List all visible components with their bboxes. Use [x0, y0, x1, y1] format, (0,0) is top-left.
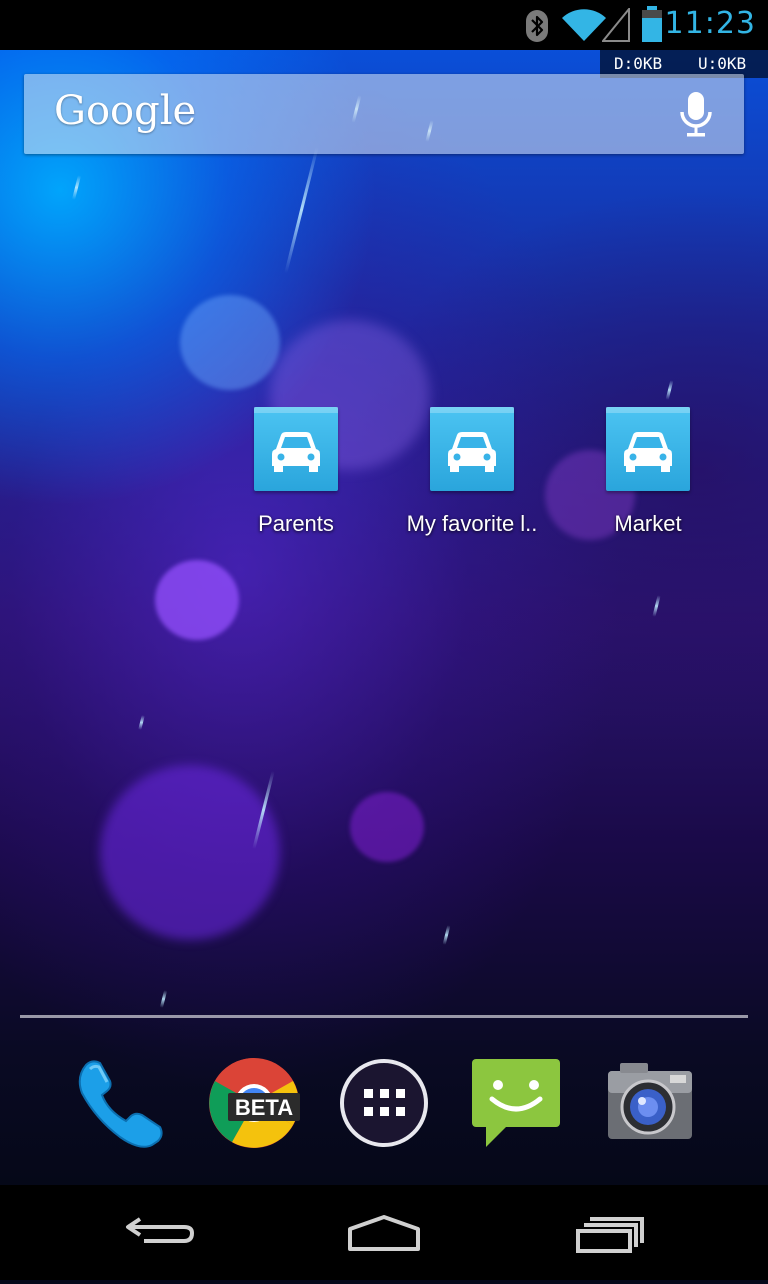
shortcut-my-favorite[interactable]: My favorite l.. — [384, 407, 560, 537]
bokeh-orb — [100, 765, 280, 940]
light-streak — [159, 989, 168, 1009]
battery-icon — [640, 6, 664, 46]
signal-icon — [600, 6, 630, 46]
shortcut-label: My favorite l.. — [406, 511, 538, 536]
messaging-icon[interactable] — [468, 1055, 564, 1151]
chrome-icon[interactable]: BETA — [206, 1055, 302, 1151]
recent-apps-icon[interactable] — [550, 1185, 670, 1280]
shortcut-market[interactable]: Market — [560, 407, 736, 537]
app-drawer-icon[interactable] — [336, 1055, 432, 1151]
bokeh-orb — [180, 295, 280, 390]
home-icon[interactable] — [324, 1185, 444, 1280]
shortcut-label: Market — [614, 511, 682, 536]
bluetooth-icon — [526, 10, 548, 46]
light-streak — [652, 594, 661, 618]
camera-icon[interactable] — [600, 1055, 696, 1151]
google-logo[interactable]: Google — [54, 88, 196, 134]
upload-meter: U:0KB — [698, 54, 747, 73]
bokeh-orb — [155, 560, 239, 640]
shortcut-label: Parents — [258, 511, 334, 536]
shortcut-parents[interactable]: Parents — [208, 407, 384, 537]
phone-icon[interactable] — [72, 1055, 168, 1151]
light-streak — [72, 175, 81, 200]
navigation-bar — [0, 1185, 768, 1280]
clock: 11:23 — [664, 6, 756, 41]
status-bar[interactable]: 11:23 — [0, 0, 768, 50]
beta-badge: BETA — [235, 1095, 293, 1120]
google-search-bar[interactable]: Google — [24, 74, 744, 154]
dock-divider — [20, 1015, 748, 1018]
microphone-icon[interactable] — [678, 92, 714, 142]
light-streak — [442, 924, 451, 946]
bokeh-orb — [350, 792, 424, 862]
light-streak — [138, 714, 145, 731]
light-streak — [665, 379, 674, 401]
car-icon — [430, 407, 514, 491]
back-icon[interactable] — [100, 1185, 220, 1280]
car-icon — [254, 407, 338, 491]
light-streak — [284, 146, 319, 274]
wifi-icon — [562, 8, 606, 46]
car-icon — [606, 407, 690, 491]
download-meter: D:0KB — [614, 54, 663, 73]
